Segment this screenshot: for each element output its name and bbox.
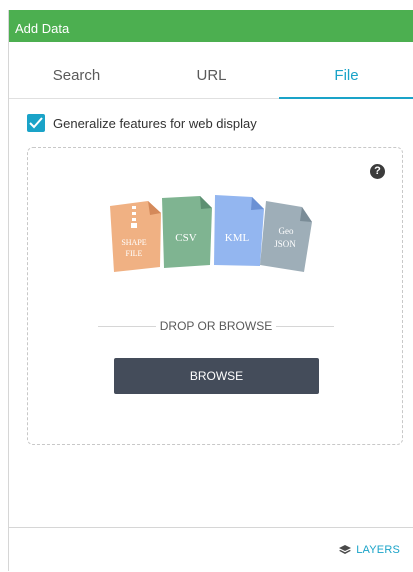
help-icon[interactable]: ?: [370, 164, 385, 179]
tab-search[interactable]: Search: [9, 54, 144, 98]
panel-title: Add Data: [15, 21, 70, 36]
generalize-checkbox[interactable]: [27, 114, 45, 132]
geojson-label-line1: Geo: [279, 226, 294, 236]
shapefile-label-line2: FILE: [126, 249, 143, 258]
generalize-label: Generalize features for web display: [53, 115, 257, 131]
panel-title-bar: Add Data: [9, 14, 413, 42]
drop-or-browse-text: DROP OR BROWSE: [159, 319, 273, 333]
geojson-label-line2: JSON: [274, 239, 296, 249]
geojson-icon: Geo JSON: [260, 201, 312, 272]
tab-bar: Search URL File: [9, 54, 413, 99]
tab-url[interactable]: URL: [144, 54, 279, 98]
kml-label: KML: [225, 232, 250, 244]
file-drop-zone[interactable]: ? SHAPE FILE CSV KML Geo JSON DROP OR BR…: [27, 147, 403, 445]
generalize-option[interactable]: Generalize features for web display: [27, 113, 257, 133]
layers-icon: [339, 544, 352, 554]
title-bar-fill: [109, 14, 413, 42]
tab-file[interactable]: File: [279, 54, 413, 99]
layers-label: LAYERS: [356, 544, 400, 556]
shapefile-label-line1: SHAPE: [121, 238, 146, 247]
csv-label: CSV: [175, 232, 196, 244]
browse-button[interactable]: BROWSE: [114, 358, 319, 394]
checkmark-icon: [29, 117, 43, 129]
csv-icon: CSV: [162, 196, 212, 268]
kml-icon: KML: [214, 195, 264, 266]
panel-footer: LAYERS: [9, 527, 413, 572]
add-data-panel: Add Data Search URL File Generalize feat…: [8, 10, 413, 571]
divider-line-left: [98, 326, 156, 327]
file-types-illustration: SHAPE FILE CSV KML Geo JSON: [110, 195, 312, 272]
layers-button[interactable]: LAYERS: [339, 544, 400, 556]
divider-line-right: [276, 326, 334, 327]
drop-or-browse-divider: DROP OR BROWSE: [98, 318, 334, 334]
shapefile-icon: SHAPE FILE: [110, 201, 161, 272]
